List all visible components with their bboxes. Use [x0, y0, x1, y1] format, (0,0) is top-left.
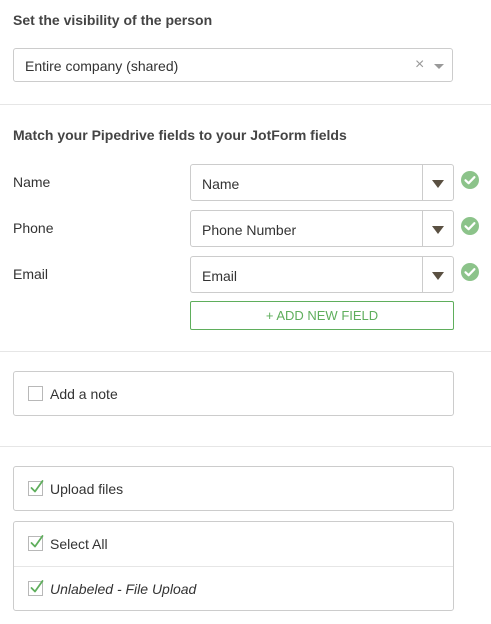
caret-down-icon[interactable] — [432, 180, 444, 188]
field-select-email[interactable]: Email — [190, 256, 454, 293]
section-divider — [0, 446, 491, 447]
select-separator — [422, 165, 423, 200]
file-list-box: Select All Unlabeled - File Upload — [13, 521, 454, 611]
upload-files-box: Upload files — [13, 466, 454, 511]
file-upload-label: Unlabeled - File Upload — [50, 581, 197, 597]
section-divider — [0, 351, 491, 352]
file-upload-row[interactable]: Unlabeled - File Upload — [14, 567, 453, 611]
check-icon — [461, 171, 479, 189]
chevron-down-icon[interactable] — [434, 64, 444, 69]
upload-files-row[interactable]: Upload files — [14, 467, 453, 511]
field-select-value: Phone Number — [202, 222, 297, 238]
select-separator — [422, 211, 423, 246]
caret-down-icon[interactable] — [432, 272, 444, 280]
clear-icon[interactable]: × — [415, 56, 424, 74]
select-all-row[interactable]: Select All — [14, 522, 453, 566]
checkmark-icon — [30, 580, 44, 593]
check-icon — [461, 263, 479, 281]
add-new-field-button[interactable]: + ADD NEW FIELD — [190, 301, 454, 330]
caret-down-icon[interactable] — [432, 226, 444, 234]
field-select-value: Email — [202, 268, 238, 284]
check-icon — [461, 217, 479, 235]
field-select-phone[interactable]: Phone Number — [190, 210, 454, 247]
field-select-name[interactable]: Name — [190, 164, 454, 201]
field-label-phone: Phone — [13, 220, 54, 236]
file-upload-checkbox[interactable] — [28, 580, 44, 596]
field-select-value: Name — [202, 176, 240, 192]
add-note-box: Add a note — [13, 371, 454, 416]
add-note-row[interactable]: Add a note — [14, 372, 453, 416]
select-all-label: Select All — [50, 536, 108, 552]
field-label-email: Email — [13, 266, 49, 282]
upload-files-label: Upload files — [50, 481, 124, 497]
checkmark-icon — [30, 480, 44, 493]
visibility-section-title: Set the visibility of the person — [13, 12, 213, 28]
add-note-checkbox[interactable] — [28, 386, 43, 401]
section-divider — [0, 104, 491, 105]
add-note-label: Add a note — [50, 386, 118, 402]
select-separator — [422, 257, 423, 292]
upload-files-checkbox[interactable] — [28, 480, 44, 496]
visibility-select[interactable]: Entire company (shared) × — [13, 48, 453, 82]
visibility-selected-value: Entire company (shared) — [25, 58, 179, 74]
select-all-checkbox[interactable] — [28, 535, 44, 551]
pipedrive-settings-panel: Set the visibility of the person Entire … — [0, 0, 491, 624]
mapping-section-title: Match your Pipedrive fields to your JotF… — [13, 127, 347, 143]
checkmark-icon — [30, 535, 44, 548]
field-label-name: Name — [13, 174, 51, 190]
